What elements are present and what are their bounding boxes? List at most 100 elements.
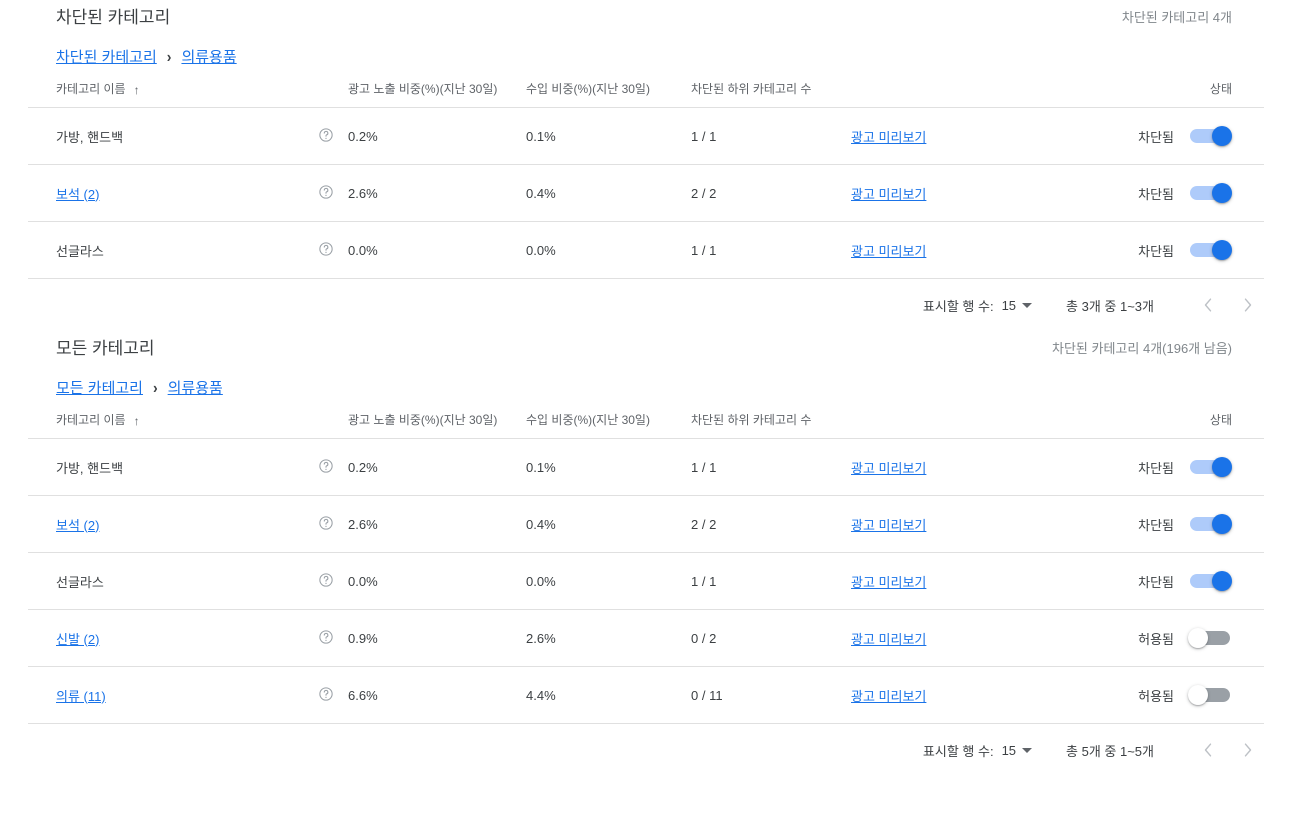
block-toggle-switch[interactable] xyxy=(1188,514,1233,534)
column-header-impression-share[interactable]: 광고 노출 비중(%)(지난 30일) xyxy=(348,407,527,439)
cell-category-name: 가방, 핸드백 xyxy=(28,438,318,496)
cell-revenue-share: 0.4% xyxy=(526,495,692,553)
status-label: 차단됨 xyxy=(1138,460,1175,476)
cell-revenue-share: 0.1% xyxy=(526,438,692,496)
cell-blocked-subcategories: 1 / 1 xyxy=(691,221,852,279)
help-circle-icon[interactable] xyxy=(318,241,334,257)
ad-preview-link[interactable]: 광고 미리보기 xyxy=(851,632,926,647)
breadcrumb: 차단된 카테고리 › 의류용품 xyxy=(0,36,1292,76)
section-blocked: 차단된 카테고리 차단된 카테고리 4개차단된 카테고리 › 의류용품 카테고리 이름 ↑… xyxy=(0,0,1292,331)
block-toggle-switch[interactable] xyxy=(1188,685,1232,705)
pagination-range-label: 총 3개 중 1~3개 xyxy=(1066,298,1154,314)
pagination-range-label: 총 5개 중 1~5개 xyxy=(1066,743,1154,759)
cell-help xyxy=(318,438,349,496)
table-row: 선글라스 0.0% 0.0% 1 / 1 광고 미리보기 차단됨 xyxy=(28,552,1265,610)
block-toggle-switch[interactable] xyxy=(1188,240,1233,260)
section-count: 차단된 카테고리 4개 xyxy=(1121,10,1232,25)
cell-ad-preview: 광고 미리보기 xyxy=(851,495,1062,553)
ad-preview-link[interactable]: 광고 미리보기 xyxy=(851,575,926,590)
ad-preview-link[interactable]: 광고 미리보기 xyxy=(851,244,926,259)
table-header-row: 카테고리 이름 ↑ 광고 노출 비중(%)(지난 30일) 수입 비중(%)(지난 3… xyxy=(28,407,1265,439)
breadcrumb-current-link[interactable]: 의류용품 xyxy=(181,46,236,67)
breadcrumb-current-link[interactable]: 의류용품 xyxy=(168,377,223,398)
cell-status: 허용됨 xyxy=(1061,609,1265,667)
categories-table: 카테고리 이름 ↑ 광고 노출 비중(%)(지난 30일) 수입 비중(%)(지난 3… xyxy=(28,76,1265,279)
section-header: 모든 카테고리 차단된 카테고리 4개(196개 남음) xyxy=(0,331,1292,367)
table-row: 가방, 핸드백 0.2% 0.1% 1 / 1 광고 미리보기 차단됨 xyxy=(28,107,1265,165)
cell-blocked-subcategories: 1 / 1 xyxy=(691,438,852,496)
cell-ad-preview: 광고 미리보기 xyxy=(851,552,1062,610)
rows-per-page-select[interactable]: 15 xyxy=(1002,298,1033,313)
cell-status: 차단됨 xyxy=(1061,552,1265,610)
sort-ascending-icon: ↑ xyxy=(133,413,140,428)
section-count: 차단된 카테고리 4개(196개 남음) xyxy=(1052,341,1232,356)
column-header-name[interactable]: 카테고리 이름 ↑ xyxy=(28,76,349,108)
column-header-status: 상태 xyxy=(1061,407,1265,439)
ad-preview-link[interactable]: 광고 미리보기 xyxy=(851,187,926,202)
help-circle-icon[interactable] xyxy=(318,629,334,645)
cell-revenue-share: 2.6% xyxy=(526,609,692,667)
cell-impression-share: 0.0% xyxy=(348,221,527,279)
breadcrumb: 모든 카테고리 › 의류용품 xyxy=(0,367,1292,407)
rows-per-page-select[interactable]: 15 xyxy=(1001,742,1033,758)
section-title: 차단된 카테고리 xyxy=(56,8,171,27)
block-toggle-switch[interactable] xyxy=(1188,571,1233,591)
cell-blocked-subcategories: 0 / 2 xyxy=(691,609,852,667)
ad-preview-link[interactable]: 광고 미리보기 xyxy=(851,461,926,476)
cell-status: 차단됨 xyxy=(1061,438,1265,496)
column-header-revenue-share[interactable]: 수입 비중(%)(지난 30일) xyxy=(526,407,692,439)
table-row: 가방, 핸드백 0.2% 0.1% 1 / 1 광고 미리보기 차단됨 xyxy=(28,438,1265,496)
toggle-thumb xyxy=(1188,628,1209,648)
column-header-impression-share[interactable]: 광고 노출 비중(%)(지난 30일) xyxy=(348,76,527,108)
cell-category-name: 의류 (11) xyxy=(28,666,318,724)
category-name-link[interactable]: 보석 (2) xyxy=(56,187,99,202)
cell-status: 허용됨 xyxy=(1061,666,1265,724)
block-toggle-switch[interactable] xyxy=(1188,183,1233,203)
cell-ad-preview: 광고 미리보기 xyxy=(851,164,1062,222)
help-circle-icon[interactable] xyxy=(318,686,334,702)
cell-category-name: 선글라스 xyxy=(28,552,318,610)
cell-blocked-subcategories: 0 / 11 xyxy=(691,666,852,724)
cell-ad-preview: 광고 미리보기 xyxy=(851,107,1062,165)
column-header-name[interactable]: 카테고리 이름 ↑ xyxy=(28,407,349,439)
cell-impression-share: 0.2% xyxy=(348,438,527,496)
help-circle-icon[interactable] xyxy=(318,184,334,200)
block-toggle-switch[interactable] xyxy=(1188,126,1233,146)
cell-category-name: 가방, 핸드백 xyxy=(28,107,318,165)
breadcrumb-root-link[interactable]: 모든 카테고리 xyxy=(56,377,143,398)
previous-page-button[interactable] xyxy=(1196,738,1220,762)
column-header-name-label: 카테고리 이름 xyxy=(56,413,126,427)
cell-help xyxy=(318,164,349,222)
help-circle-icon[interactable] xyxy=(318,515,334,531)
help-circle-icon[interactable] xyxy=(318,572,334,588)
previous-page-button[interactable] xyxy=(1196,293,1220,317)
rows-per-page-label: 표시할 행 수: xyxy=(922,298,994,314)
cell-blocked-subcategories: 2 / 2 xyxy=(691,164,852,222)
next-page-button[interactable] xyxy=(1236,293,1260,317)
column-header-name-label: 카테고리 이름 xyxy=(56,82,126,96)
status-label: 허용됨 xyxy=(1138,631,1175,647)
pager-buttons xyxy=(1196,293,1260,317)
ad-preview-link[interactable]: 광고 미리보기 xyxy=(851,689,926,704)
toggle-thumb xyxy=(1188,685,1209,705)
category-name-text: 선글라스 xyxy=(56,243,104,259)
column-header-blocked-subcategories[interactable]: 차단된 하위 카테고리 수 xyxy=(691,76,1062,108)
rows-per-page-value: 15 xyxy=(1001,742,1017,758)
category-name-link[interactable]: 신발 (2) xyxy=(56,632,99,647)
ad-preview-link[interactable]: 광고 미리보기 xyxy=(851,130,926,145)
next-page-button[interactable] xyxy=(1236,738,1260,762)
cell-revenue-share: 0.0% xyxy=(526,221,692,279)
block-toggle-switch[interactable] xyxy=(1188,457,1233,477)
ad-preview-link[interactable]: 광고 미리보기 xyxy=(851,518,926,533)
column-header-blocked-subcategories[interactable]: 차단된 하위 카테고리 수 xyxy=(691,407,1062,439)
column-header-revenue-share[interactable]: 수입 비중(%)(지난 30일) xyxy=(526,76,692,108)
cell-help xyxy=(318,107,349,165)
category-name-link[interactable]: 의류 (11) xyxy=(56,689,106,704)
help-circle-icon[interactable] xyxy=(318,127,334,143)
breadcrumb-root-link[interactable]: 차단된 카테고리 xyxy=(56,46,157,67)
block-toggle-switch[interactable] xyxy=(1188,628,1232,648)
help-circle-icon[interactable] xyxy=(318,458,334,474)
cell-help xyxy=(318,609,349,667)
cell-category-name: 신발 (2) xyxy=(28,609,318,667)
category-name-link[interactable]: 보석 (2) xyxy=(56,518,99,533)
